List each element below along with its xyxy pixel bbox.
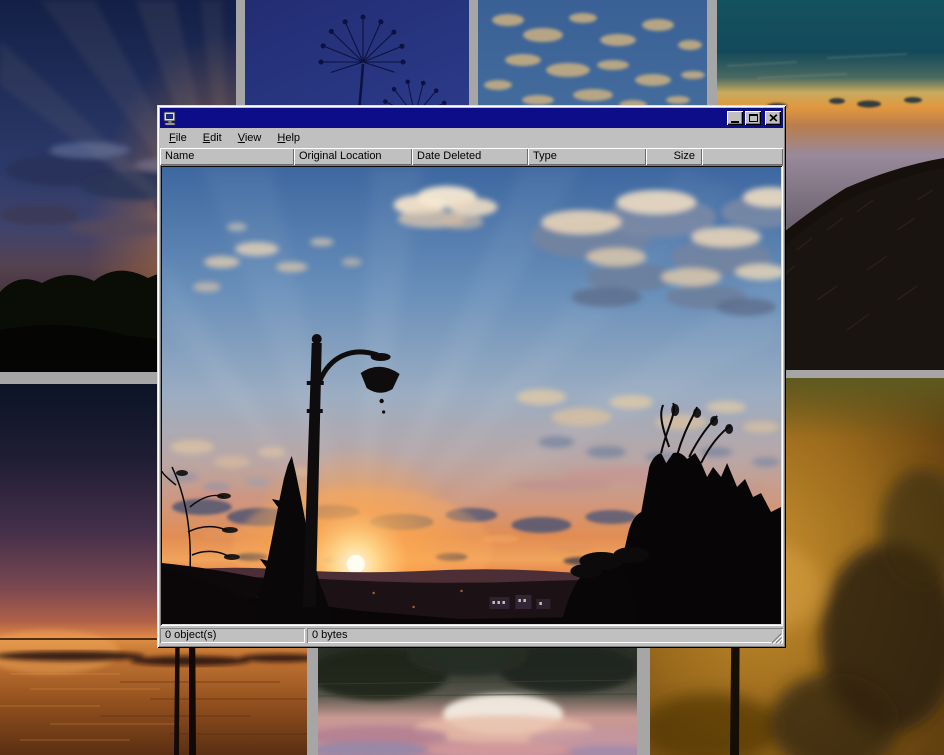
close-icon bbox=[769, 114, 778, 122]
column-headers: Name Original Location Date Deleted Type… bbox=[160, 148, 783, 165]
minimize-icon bbox=[731, 121, 739, 123]
menu-bar: File Edit View Help bbox=[160, 128, 783, 148]
recycle-bin-window-icon bbox=[162, 110, 178, 126]
maximize-icon bbox=[749, 114, 758, 122]
status-bytes: 0 bytes bbox=[307, 628, 783, 643]
column-header-type[interactable]: Type bbox=[528, 148, 646, 165]
close-button[interactable] bbox=[765, 111, 781, 125]
column-header-name[interactable]: Name bbox=[160, 148, 294, 165]
recycle-bin-window: File Edit View Help Name Original Locati… bbox=[157, 105, 786, 648]
menu-file[interactable]: File bbox=[161, 130, 195, 146]
sunset-streetlamp-photo bbox=[162, 167, 781, 624]
window-titlebar[interactable] bbox=[160, 108, 783, 128]
window-controls bbox=[727, 111, 781, 125]
column-header-size[interactable]: Size bbox=[646, 148, 702, 165]
column-header-original-location[interactable]: Original Location bbox=[294, 148, 412, 165]
menu-view[interactable]: View bbox=[230, 130, 270, 146]
menu-edit[interactable]: Edit bbox=[195, 130, 230, 146]
resize-grip[interactable] bbox=[770, 632, 782, 644]
maximize-button[interactable] bbox=[745, 111, 761, 125]
file-list-area[interactable] bbox=[160, 165, 783, 626]
status-bar: 0 object(s) 0 bytes bbox=[160, 628, 783, 645]
column-header-blank[interactable] bbox=[702, 148, 783, 165]
desktop: File Edit View Help Name Original Locati… bbox=[0, 0, 944, 755]
menu-help[interactable]: Help bbox=[269, 130, 308, 146]
status-objects: 0 object(s) bbox=[160, 628, 305, 643]
minimize-button[interactable] bbox=[727, 111, 743, 125]
column-header-date-deleted[interactable]: Date Deleted bbox=[412, 148, 528, 165]
